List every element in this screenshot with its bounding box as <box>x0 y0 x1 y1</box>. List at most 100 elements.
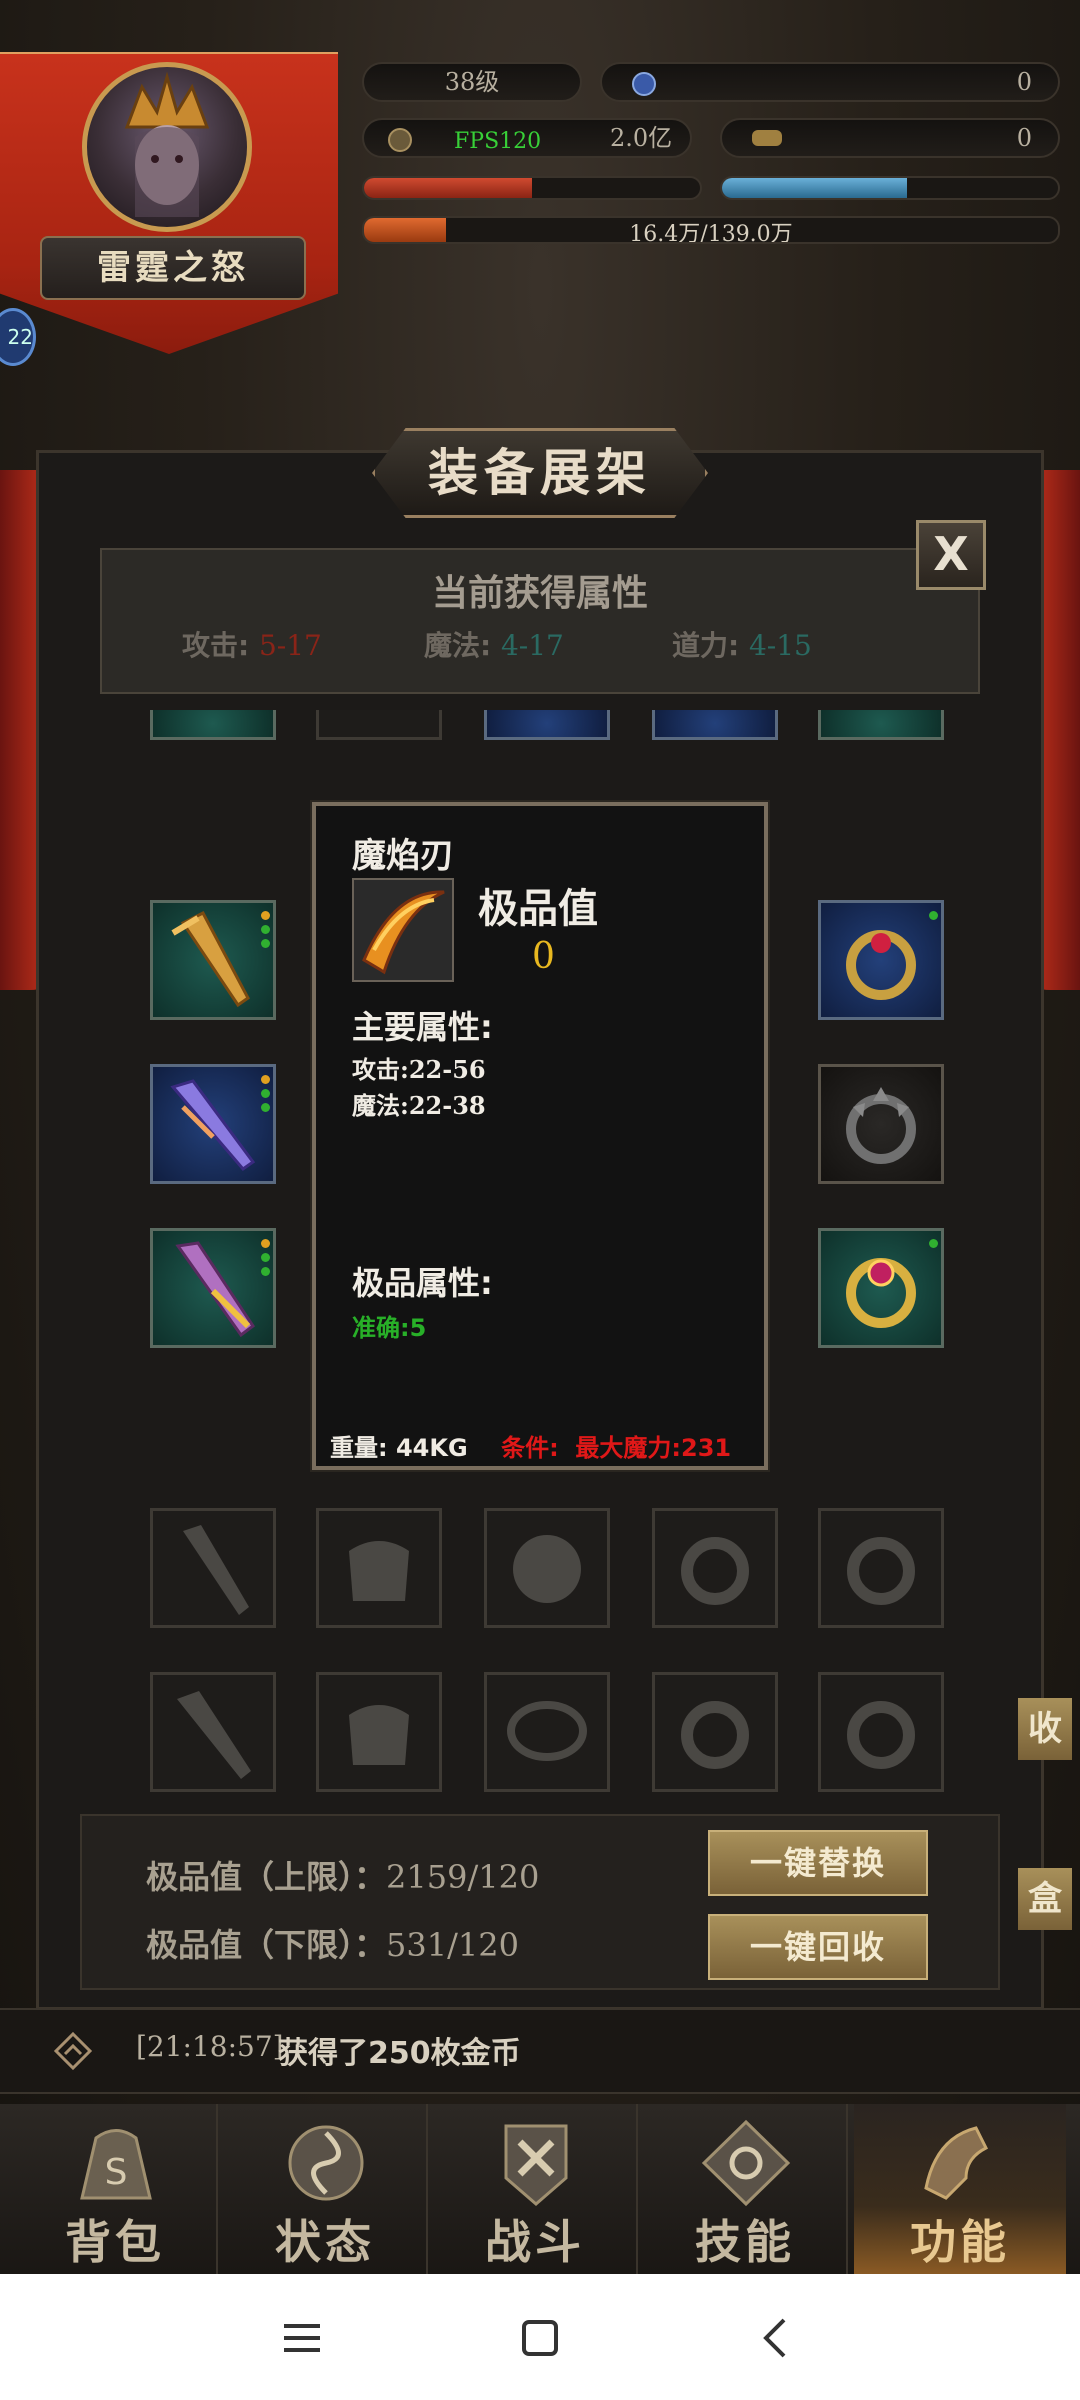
equip-slot-locked[interactable] <box>316 1672 442 1792</box>
attr-magic: 魔法: 4-17 <box>424 629 564 662</box>
extra-attr-accuracy: 准确:5 <box>352 1314 427 1342</box>
equip-slot[interactable] <box>150 710 276 740</box>
nav-skill-label: 技能 <box>695 2215 795 2269</box>
nav-function[interactable]: 功能 <box>854 2104 1066 2274</box>
system-nav-bar <box>0 2274 1080 2400</box>
chat-expand-icon[interactable] <box>50 2028 96 2074</box>
attr-attack-label: 攻击 <box>182 629 239 662</box>
item-weight: 重量: 44KG <box>330 1434 468 1462</box>
svg-text:S: S <box>105 2152 128 2193</box>
coin-icon <box>388 128 412 152</box>
currency1-value: 0 <box>1016 68 1032 96</box>
equip-slot[interactable] <box>484 710 610 740</box>
ring-silhouette-icon <box>847 1701 915 1769</box>
equip-slot[interactable] <box>818 900 944 1020</box>
attr-tao-label: 道力 <box>672 629 729 662</box>
level-text: 38级 <box>444 68 500 96</box>
player-name: 雷霆之怒 <box>40 236 306 300</box>
chat-time: [21:18:57] <box>136 2030 284 2063</box>
attr-title: 当前获得属性 <box>431 573 648 614</box>
side-recycle-button[interactable]: 收 <box>1018 1698 1072 1760</box>
mp-bar <box>720 176 1060 200</box>
ingot-pill: 0 <box>720 118 1060 158</box>
fps-text: FPS120 <box>454 129 542 154</box>
equip-slot[interactable] <box>818 710 944 740</box>
player-avatar[interactable] <box>82 62 252 232</box>
exp-text: 16.4万/139.0万 <box>629 222 793 244</box>
flame-blade-icon <box>362 890 445 975</box>
battle-icon <box>504 2124 568 2206</box>
main-attr-magic: 魔法:22-38 <box>352 1091 486 1120</box>
chat-message: 获得了250枚金币 <box>278 2036 521 2071</box>
equip-slot[interactable] <box>316 710 442 740</box>
equip-slot-locked[interactable] <box>150 1672 276 1792</box>
nav-status[interactable]: 状态 <box>224 2104 428 2274</box>
golden-sword-icon <box>171 911 250 1008</box>
menu-icon[interactable] <box>272 2310 332 2366</box>
main-attr-title: 主要属性: <box>352 1008 493 1046</box>
one-click-replace-button[interactable]: 一键替换 <box>708 1830 928 1896</box>
gold-value: 2.0亿 <box>610 124 673 152</box>
equip-slot-locked[interactable] <box>484 1508 610 1628</box>
equip-slot-locked[interactable] <box>652 1508 778 1628</box>
attr-tao-value: 4-15 <box>748 629 812 662</box>
equip-slot[interactable] <box>818 1064 944 1184</box>
ingot-icon <box>752 130 782 146</box>
currency1-pill: 0 <box>600 62 1060 102</box>
lower-limit-value: 531/120 <box>386 1926 519 1964</box>
attr-magic-label: 魔法 <box>424 629 481 662</box>
equip-slot-locked[interactable] <box>818 1508 944 1628</box>
avatar-portrait-icon <box>124 71 210 217</box>
blade-silhouette-icon <box>177 1691 251 1779</box>
main-attr-attack: 攻击:22-56 <box>352 1055 486 1084</box>
equip-slot-locked[interactable] <box>652 1672 778 1792</box>
equip-slot[interactable] <box>150 1064 276 1184</box>
ring-silhouette-icon <box>681 1537 749 1605</box>
equip-slot[interactable] <box>150 900 276 1020</box>
attr-tao: 道力: 4-15 <box>672 629 812 662</box>
nav-skill[interactable]: 技能 <box>644 2104 848 2274</box>
lower-limit-label: 极品值（下限）： <box>146 1926 387 1964</box>
nav-function-label: 功能 <box>910 2215 1010 2269</box>
nav-bag[interactable]: S 背包 <box>14 2104 218 2274</box>
armor-silhouette-icon <box>349 1541 409 1601</box>
sword-silhouette-icon <box>183 1525 249 1615</box>
spiked-ring-icon <box>846 1087 916 1164</box>
hp-fill <box>364 178 532 198</box>
item-condition-label: 条件: <box>501 1434 559 1462</box>
attr-attack: 攻击: 5-17 <box>182 629 322 662</box>
attr-summary: 当前获得属性 攻击: 5-17 魔法: 4-17 道力: 4-15 <box>100 548 980 694</box>
item-name: 魔焰刃 <box>352 836 454 876</box>
equip-slot-locked[interactable] <box>484 1672 610 1792</box>
back-icon[interactable] <box>746 2310 806 2366</box>
hp-bar <box>362 176 702 200</box>
ring-silhouette-icon <box>681 1701 749 1769</box>
home-icon[interactable] <box>510 2310 570 2366</box>
equip-slot-locked[interactable] <box>150 1508 276 1628</box>
equip-slot-locked[interactable] <box>316 1508 442 1628</box>
close-button[interactable]: X <box>916 520 986 590</box>
upper-limit: 极品值（上限）：2159/120 <box>146 1852 539 1898</box>
side-box-button[interactable]: 盒 <box>1018 1868 1072 1930</box>
equip-slot[interactable] <box>818 1228 944 1348</box>
necklace-silhouette-icon <box>507 1701 587 1761</box>
nav-bag-label: 背包 <box>65 2215 165 2269</box>
lower-limit: 极品值（下限）：531/120 <box>146 1920 519 1966</box>
gem-icon <box>632 72 656 96</box>
ring-silhouette-icon <box>847 1537 915 1605</box>
skill-icon <box>701 2119 791 2207</box>
item-footer: 重量: 44KG 条件: 最大魔力:231 <box>330 1428 731 1463</box>
gold-pill: FPS120 2.0亿 <box>362 118 692 158</box>
attr-magic-value: 4-17 <box>500 629 564 662</box>
mp-fill <box>722 178 907 198</box>
equip-slot-locked[interactable] <box>818 1672 944 1792</box>
equip-slot[interactable] <box>652 710 778 740</box>
chat-bar[interactable]: [21:18:57] 获得了250枚金币 <box>0 2008 1080 2094</box>
panel-title: 装备展架 <box>372 428 708 518</box>
equip-slot[interactable] <box>150 1228 276 1348</box>
item-thumbnail <box>352 878 454 982</box>
nav-battle[interactable]: 战斗 <box>434 2104 638 2274</box>
jipin-value: 0 <box>532 936 555 977</box>
one-click-recycle-button[interactable]: 一键回收 <box>708 1914 928 1980</box>
item-tooltip: 魔焰刃 极品值 0 主要属性: 攻击:22-56 魔法:22-38 极品属性: … <box>312 802 768 1470</box>
